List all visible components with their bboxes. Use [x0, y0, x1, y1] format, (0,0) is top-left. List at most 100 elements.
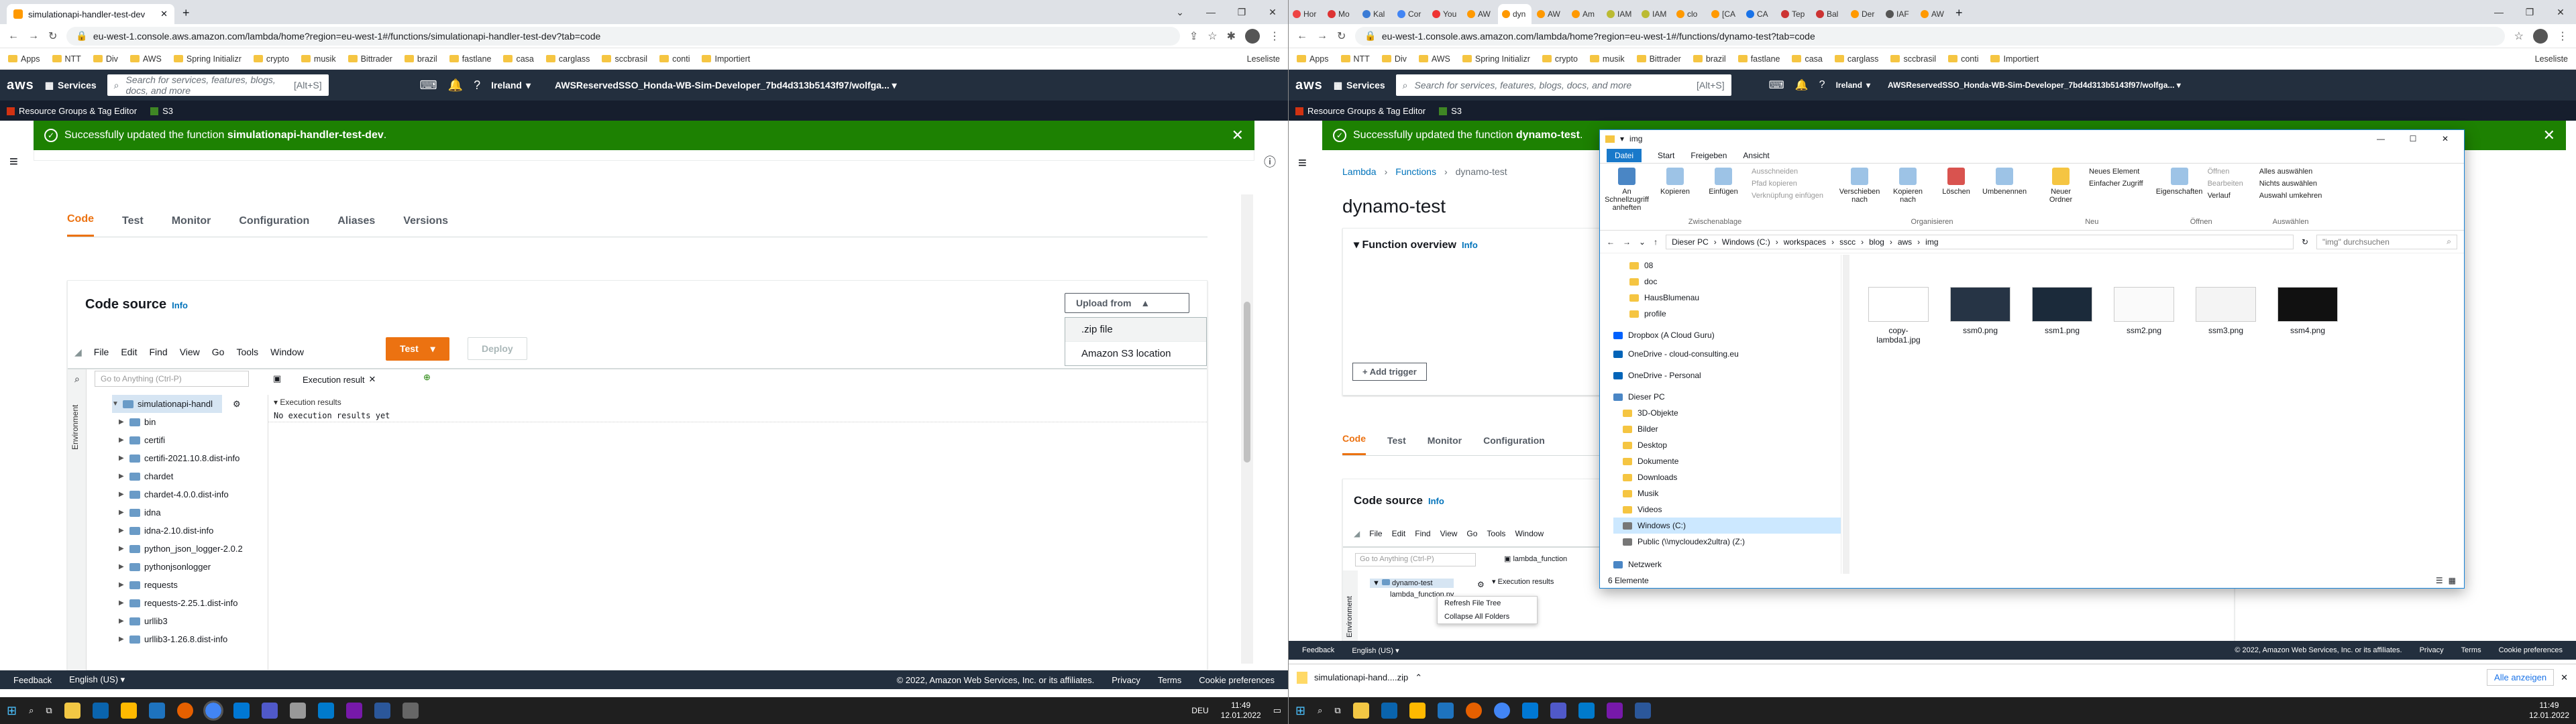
onenote-app-icon[interactable]: [1606, 703, 1623, 719]
ide-menu-window[interactable]: Window: [1515, 529, 1544, 538]
page-scrollbar[interactable]: [1241, 194, 1253, 664]
browser-tab[interactable]: Kal: [1358, 4, 1392, 24]
bookmark-item[interactable]: carglass: [545, 54, 590, 64]
file-item[interactable]: ssm2.png: [2114, 287, 2174, 345]
nav-item[interactable]: HausBlumenau: [1613, 290, 1841, 306]
file-item[interactable]: copy-lambda1.jpg: [1868, 287, 1929, 345]
tree-folder[interactable]: ▶ python_json_logger-2.0.2: [112, 540, 243, 558]
bookmark-item[interactable]: AWS: [1418, 54, 1450, 64]
ide-menu-find[interactable]: Find: [149, 347, 167, 357]
close-window-icon[interactable]: ✕: [2545, 7, 2576, 18]
flash-close-icon[interactable]: ✕: [2543, 127, 2555, 144]
pin-button[interactable]: An Schnellzugriff anheften: [1605, 168, 1649, 212]
tree-folder[interactable]: ▶ requests: [112, 576, 243, 594]
bookmark-item[interactable]: crypto: [253, 54, 289, 64]
cloudshell-icon[interactable]: ⌨: [1769, 78, 1784, 92]
help-icon[interactable]: ?: [474, 78, 480, 93]
new-element-button[interactable]: Neues Element: [2089, 168, 2143, 176]
nav-item[interactable]: Downloads: [1613, 469, 1841, 485]
bookmark-item[interactable]: brazil: [404, 54, 437, 64]
path-segment[interactable]: img: [1925, 237, 1938, 247]
ribbon-tab-freigeben[interactable]: Freigeben: [1690, 151, 1727, 160]
reload-icon[interactable]: ↻: [1337, 29, 1346, 43]
feedback-link[interactable]: Feedback: [13, 675, 52, 685]
nav-item[interactable]: Public (\\mycloudex2ultra) (Z:): [1613, 534, 1841, 550]
properties-button[interactable]: Eigenschaften: [2156, 168, 2202, 196]
task-view-icon[interactable]: ⧉: [1334, 705, 1340, 716]
new-tab-icon[interactable]: +: [1950, 6, 1963, 24]
nav-item[interactable]: Musik: [1613, 485, 1841, 501]
nav-item[interactable]: Dokumente: [1613, 453, 1841, 469]
browser-tab[interactable]: Am: [1568, 4, 1601, 24]
browser-tab[interactable]: clo: [1672, 4, 1706, 24]
breadcrumb-functions[interactable]: Functions: [1395, 166, 1436, 177]
ide-menu-window[interactable]: Window: [270, 347, 304, 357]
ide-menu-go[interactable]: Go: [212, 347, 225, 357]
aws-logo[interactable]: aws: [1295, 78, 1323, 93]
avatar[interactable]: [1245, 28, 1260, 44]
recent-icon[interactable]: ⌄: [1639, 237, 1646, 247]
chevron-down-icon[interactable]: ⌄: [1165, 7, 1195, 18]
flash-close-icon[interactable]: ✕: [1232, 127, 1244, 144]
edit-button[interactable]: Bearbeiten: [2208, 180, 2243, 188]
teams-app-icon[interactable]: [261, 703, 278, 719]
search-input[interactable]: ⌕ Search for services, features, blogs, …: [1395, 74, 1731, 96]
bookmark-item[interactable]: crypto: [1542, 54, 1578, 64]
ide-menu-find[interactable]: Find: [1415, 529, 1430, 538]
nav-scrollbar[interactable]: [1843, 255, 1849, 574]
info-link[interactable]: Info: [1428, 496, 1444, 506]
maximize-icon[interactable]: ☐: [2400, 134, 2426, 143]
close-icon[interactable]: ✕: [160, 9, 168, 19]
browser-tab[interactable]: Tep: [1777, 4, 1811, 24]
copy-path-button[interactable]: Pfad kopieren: [1752, 180, 1823, 188]
tree-folder[interactable]: ▶ idna: [112, 503, 243, 522]
new-tab-icon[interactable]: +: [174, 6, 190, 24]
tab-configuration[interactable]: Configuration: [1483, 435, 1545, 455]
info-panel-icon[interactable]: ⓘ: [1264, 153, 1276, 170]
reading-list[interactable]: Leseliste: [1247, 54, 1280, 64]
ide-menu-edit[interactable]: Edit: [1392, 529, 1406, 538]
bookmark-item[interactable]: musik: [1589, 54, 1625, 64]
browser-tab[interactable]: AW: [1463, 4, 1497, 24]
explorer-path[interactable]: Dieser PC › Windows (C:) › workspaces › sscc › b…: [1666, 234, 2294, 249]
minimize-icon[interactable]: —: [2483, 7, 2514, 17]
close-window-icon[interactable]: ✕: [1257, 7, 1288, 18]
vscode-app-icon[interactable]: [1578, 703, 1595, 719]
browser-tab[interactable]: IAF: [1882, 4, 1915, 24]
collapse-icon[interactable]: ◢: [1354, 529, 1360, 538]
explorer-search[interactable]: "img" durchsuchen ⌕: [2316, 234, 2457, 249]
bookmark-item[interactable]: Importiert: [1990, 54, 2039, 64]
ide-menu-edit[interactable]: Edit: [121, 347, 137, 357]
refresh-file-tree-item[interactable]: Refresh File Tree: [1438, 597, 1537, 610]
file-item[interactable]: ssm1.png: [2032, 287, 2092, 345]
browser-tab[interactable]: Hor: [1289, 4, 1322, 24]
word-app-icon[interactable]: [374, 703, 390, 719]
nav-item[interactable]: Netzwerk: [1613, 556, 1841, 572]
breadcrumb-lambda[interactable]: Lambda: [1342, 166, 1377, 177]
outlook-icon[interactable]: [233, 703, 250, 719]
bookmark-item[interactable]: casa: [503, 54, 534, 64]
bookmark-item[interactable]: Spring Initializr: [1462, 54, 1530, 64]
ribbon-tab-ansicht[interactable]: Ansicht: [1743, 151, 1769, 160]
nav-item[interactable]: Dropbox (A Cloud Guru): [1613, 327, 1841, 343]
add-trigger-button[interactable]: + Add trigger: [1352, 363, 1427, 381]
services-menu[interactable]: ▦ Services: [45, 80, 97, 91]
fav-s3[interactable]: S3: [150, 106, 173, 116]
copy-button[interactable]: Kopieren: [1655, 168, 1695, 196]
bookmark-item[interactable]: AWS: [129, 54, 162, 64]
restore-icon[interactable]: ❐: [2514, 7, 2545, 18]
clock[interactable]: 11:49 12.01.2022: [1221, 701, 1261, 721]
tree-root[interactable]: ▼ dynamo-test: [1370, 579, 1454, 588]
ide-menu-go[interactable]: Go: [1466, 529, 1477, 538]
search-input[interactable]: ⌕ Search for services, features, blogs, …: [107, 74, 329, 96]
app-icon[interactable]: [148, 703, 165, 719]
copy-to-button[interactable]: Kopieren nach: [1888, 168, 1928, 204]
firefox-app-icon[interactable]: [1465, 703, 1482, 719]
ribbon-tab-start[interactable]: Start: [1658, 151, 1674, 160]
details-view-icon[interactable]: ☰: [2436, 576, 2443, 585]
browser-tab[interactable]: AW: [1917, 4, 1950, 24]
ribbon-tab-datei[interactable]: Datei: [1607, 148, 1642, 162]
hamburger-icon[interactable]: ≡: [9, 153, 18, 170]
nav-item[interactable]: Windows (C:): [1613, 518, 1841, 534]
cookies-link[interactable]: Cookie preferences: [2499, 646, 2563, 654]
